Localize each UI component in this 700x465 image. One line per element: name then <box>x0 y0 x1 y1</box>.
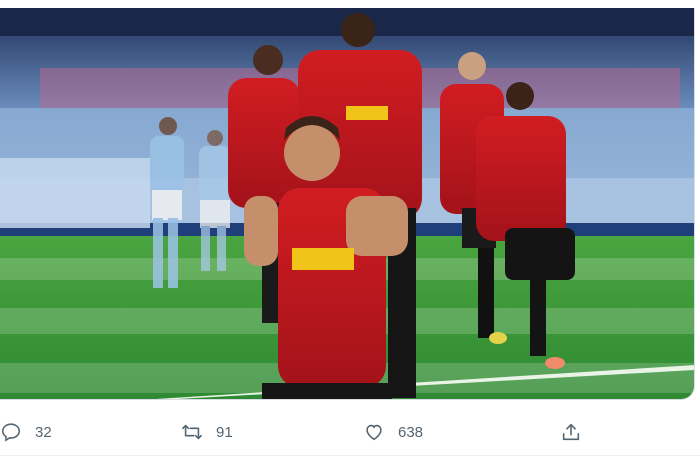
share-button[interactable] <box>560 410 582 454</box>
reply-count: 32 <box>35 423 52 441</box>
advertising-board-left <box>0 158 150 228</box>
football-celebration-photo <box>0 8 694 399</box>
reply-button[interactable]: 32 <box>0 410 52 454</box>
share-upload-icon <box>562 423 580 441</box>
heart-icon <box>366 424 382 441</box>
like-button[interactable]: 638 <box>363 410 423 454</box>
retweet-button[interactable]: 91 <box>181 410 233 454</box>
like-count: 638 <box>398 423 424 441</box>
retweet-count: 91 <box>216 423 233 441</box>
retweet-arrows-icon <box>182 424 202 440</box>
tweet-photo[interactable] <box>0 8 695 400</box>
speech-bubble-icon <box>1 423 21 442</box>
tweet-action-bar: 32 91 638 <box>0 410 700 454</box>
bottom-divider <box>0 455 700 456</box>
